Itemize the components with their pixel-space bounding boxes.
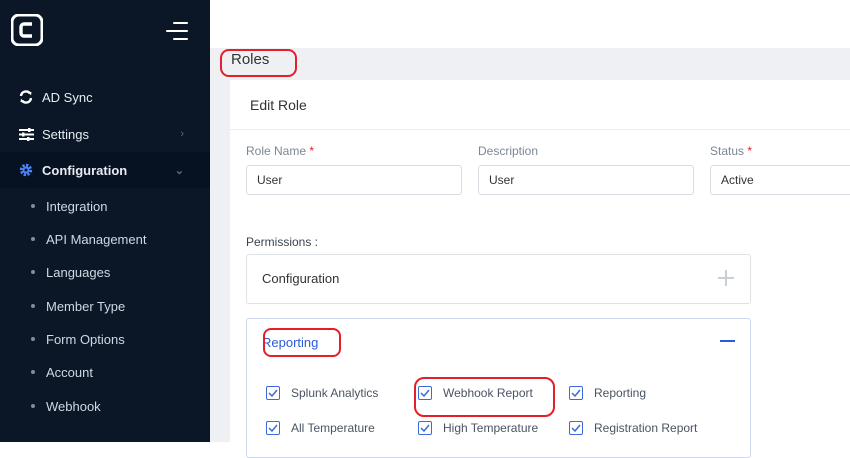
accordion-title: Configuration xyxy=(262,271,340,286)
sidebar-subitem-label: Integration xyxy=(46,198,108,214)
sliders-icon xyxy=(17,125,35,143)
checkbox-label: High Temperature xyxy=(443,421,539,435)
description-label: Description xyxy=(478,144,538,158)
accordion-configuration[interactable]: Configuration xyxy=(246,254,751,304)
edit-role-card: Edit Role Role Name * User Description U… xyxy=(230,80,850,458)
description-field[interactable]: User xyxy=(478,165,694,195)
sidebar-subitem-account[interactable]: Account xyxy=(0,358,210,386)
checkbox-label: Registration Report xyxy=(594,421,698,435)
role-name-value: User xyxy=(257,173,283,187)
divider xyxy=(230,129,850,130)
top-bar xyxy=(210,0,850,48)
annotation-circle xyxy=(263,328,341,357)
bullet-icon xyxy=(31,337,35,341)
checkbox-all-temperature[interactable]: All Temperature xyxy=(266,421,375,435)
status-select[interactable]: Active xyxy=(710,165,850,195)
bullet-icon xyxy=(31,404,35,408)
bullet-icon xyxy=(31,204,35,208)
sidebar-subitem-form-options[interactable]: Form Options xyxy=(0,325,210,353)
sidebar-subitem-label: Languages xyxy=(46,264,111,280)
main-content: Roles Edit Role Role Name * User Descrip… xyxy=(210,48,850,458)
sidebar-subitem-label: API Management xyxy=(46,231,147,247)
sidebar-item-settings[interactable]: Settings › xyxy=(0,116,210,152)
sync-icon xyxy=(17,88,35,106)
role-name-label: Role Name * xyxy=(246,144,314,158)
chevron-down-icon: ⌄ xyxy=(174,164,184,177)
sidebar-subitem-integration[interactable]: Integration xyxy=(0,192,210,220)
sidebar-subitem-label: Form Options xyxy=(46,331,125,347)
checkbox-checked-icon[interactable] xyxy=(266,386,280,400)
sidebar-subitem-languages[interactable]: Languages xyxy=(0,258,210,286)
checkbox-checked-icon[interactable] xyxy=(418,421,432,435)
annotation-circle xyxy=(220,49,297,77)
chevron-right-icon: › xyxy=(180,128,184,140)
bullet-icon xyxy=(31,304,35,308)
sidebar-item-ad-sync[interactable]: AD Sync xyxy=(0,79,210,115)
permissions-label: Permissions : xyxy=(246,235,319,249)
description-label-text: Description xyxy=(478,144,539,158)
required-marker: * xyxy=(747,144,753,158)
sidebar-item-label: AD Sync xyxy=(42,89,93,105)
checkbox-high-temperature[interactable]: High Temperature xyxy=(418,421,538,435)
annotation-circle xyxy=(414,377,555,417)
card-title: Edit Role xyxy=(250,97,307,113)
checkbox-label: Splunk Analytics xyxy=(291,386,379,400)
description-value: User xyxy=(489,173,515,187)
status-label-text: Status xyxy=(710,144,745,158)
status-label: Status * xyxy=(710,144,752,158)
sidebar-subitem-member-type[interactable]: Member Type xyxy=(0,292,210,320)
checkbox-label: All Temperature xyxy=(291,421,375,435)
minus-icon[interactable] xyxy=(720,340,735,342)
checkbox-splunk-analytics[interactable]: Splunk Analytics xyxy=(266,386,378,400)
sidebar-subitem-label: Member Type xyxy=(46,298,126,314)
required-marker: * xyxy=(309,144,315,158)
checkbox-reporting[interactable]: Reporting xyxy=(569,386,646,400)
sidebar-subitem-label: Account xyxy=(46,364,93,380)
sidebar-subitem-webhook[interactable]: Webhook xyxy=(0,392,210,420)
bullet-icon xyxy=(31,237,35,241)
bullet-icon xyxy=(31,370,35,374)
app-logo-icon[interactable] xyxy=(11,14,43,46)
sidebar-item-label: Configuration xyxy=(42,162,128,178)
role-name-label-text: Role Name xyxy=(246,144,307,158)
sidebar-subitem-label: Webhook xyxy=(46,398,101,414)
checkbox-checked-icon[interactable] xyxy=(569,386,583,400)
checkbox-label: Reporting xyxy=(594,386,647,400)
status-value: Active xyxy=(721,173,754,187)
checkbox-registration-report[interactable]: Registration Report xyxy=(569,421,697,435)
sidebar-item-label: Settings xyxy=(42,126,89,142)
gear-icon xyxy=(17,161,35,179)
plus-icon[interactable] xyxy=(718,270,734,286)
sidebar-subitem-api-management[interactable]: API Management xyxy=(0,225,210,253)
role-name-field[interactable]: User xyxy=(246,165,462,195)
checkbox-checked-icon[interactable] xyxy=(266,421,280,435)
menu-toggle-icon[interactable] xyxy=(166,22,188,40)
sidebar-item-configuration[interactable]: Configuration ⌄ xyxy=(0,152,210,188)
bullet-icon xyxy=(31,270,35,274)
checkbox-checked-icon[interactable] xyxy=(569,421,583,435)
sidebar: AD Sync Settings › Configuration ⌄ Integ… xyxy=(0,0,210,442)
